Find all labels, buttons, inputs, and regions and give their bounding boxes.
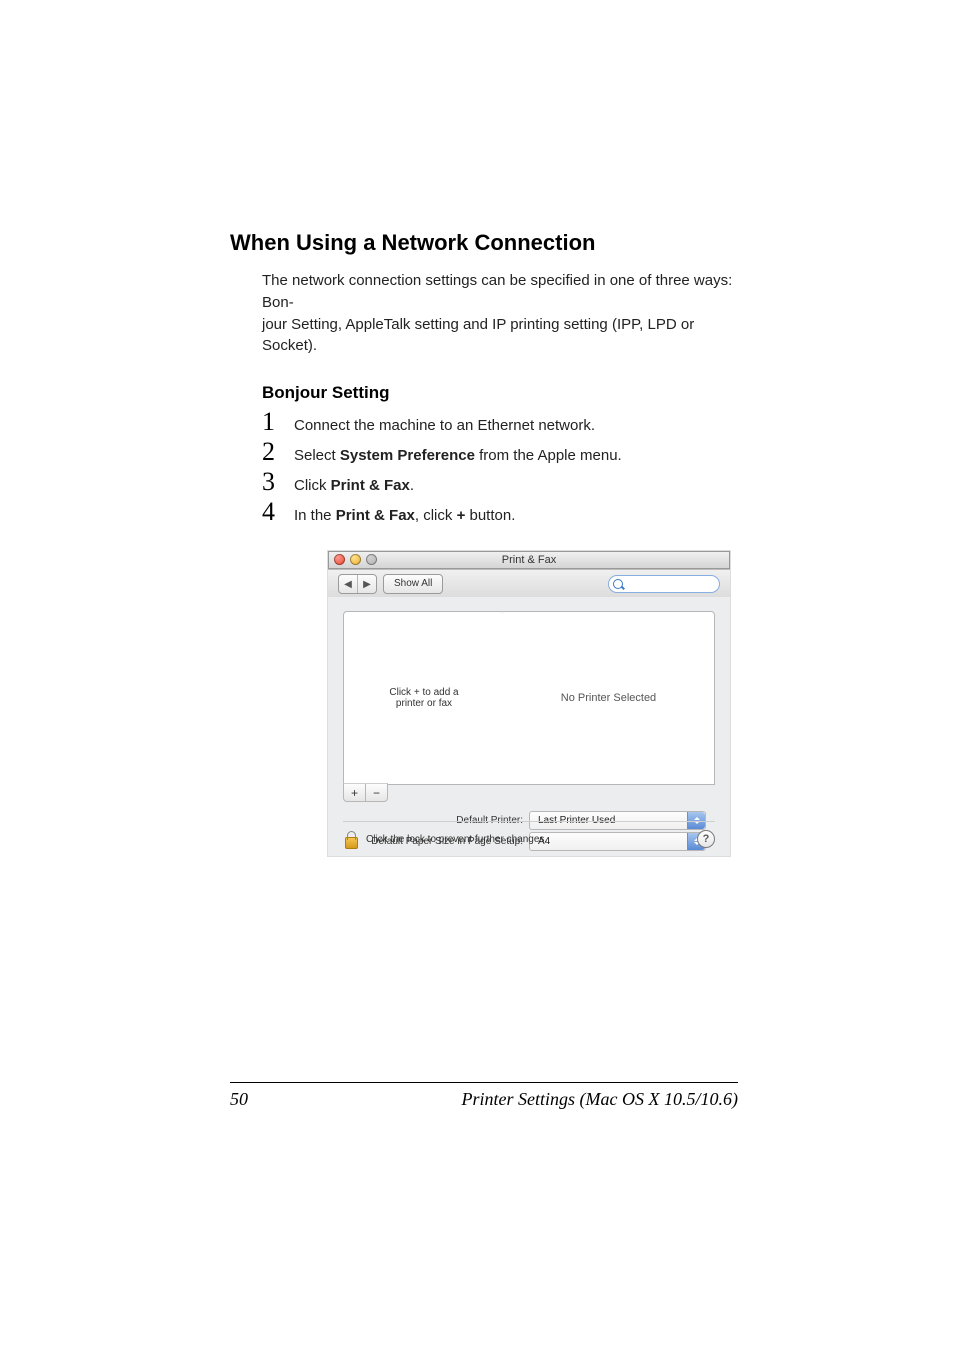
step-text: Select System Preference from the Apple … <box>294 447 622 464</box>
step-1: 1 Connect the machine to an Ethernet net… <box>262 407 744 437</box>
page: When Using a Network Connection The netw… <box>0 0 954 1350</box>
toolbar: ◀ ▶ Show All <box>328 570 730 599</box>
intro-line1: The network connection settings can be s… <box>262 272 732 311</box>
t: Select <box>294 447 340 464</box>
remove-printer-button[interactable]: − <box>365 784 387 801</box>
zoom-icon[interactable] <box>366 554 377 565</box>
footer-rule <box>230 1082 738 1083</box>
add-printer-button[interactable]: + <box>344 784 365 801</box>
lock-icon[interactable] <box>343 830 358 848</box>
search-input[interactable] <box>608 575 720 593</box>
no-printer-label: No Printer Selected <box>561 692 656 704</box>
close-icon[interactable] <box>334 554 345 565</box>
t: Click + to add a <box>389 687 458 698</box>
step-number: 1 <box>262 407 284 437</box>
step-list: 1 Connect the machine to an Ethernet net… <box>262 407 744 527</box>
window-body: Click + to add a printer or fax No Print… <box>328 597 730 856</box>
t: . <box>410 477 414 494</box>
step-number: 4 <box>262 497 284 527</box>
page-footer: 50 Printer Settings (Mac OS X 10.5/10.6) <box>230 1082 738 1110</box>
document-title: Printer Settings (Mac OS X 10.5/10.6) <box>462 1089 738 1110</box>
step-3: 3 Click Print & Fax. <box>262 467 744 497</box>
window-titlebar[interactable]: Print & Fax <box>328 551 730 570</box>
add-remove-buttons: + − <box>343 783 388 802</box>
t: from the Apple menu. <box>475 447 622 464</box>
page-number: 50 <box>230 1089 248 1110</box>
t-bold: System Preference <box>340 447 475 464</box>
t: , click <box>415 507 457 524</box>
step-4: 4 In the Print & Fax, click + button. <box>262 497 744 527</box>
subsection-heading: Bonjour Setting <box>262 383 744 403</box>
print-fax-window: Print & Fax ◀ ▶ Show All Click + to add … <box>328 551 730 856</box>
t-bold: Print & Fax <box>336 507 415 524</box>
step-text: Click Print & Fax. <box>294 477 414 494</box>
lock-row: Click the lock to prevent further change… <box>343 821 715 848</box>
lock-text: Click the lock to prevent further change… <box>366 834 547 845</box>
t: Click <box>294 477 331 494</box>
list-hint: Click + to add a printer or fax <box>389 687 458 709</box>
t: printer or fax <box>396 698 452 709</box>
back-button[interactable]: ◀ <box>339 575 357 593</box>
step-text: Connect the machine to an Ethernet netwo… <box>294 417 595 434</box>
step-text: In the Print & Fax, click + button. <box>294 507 515 524</box>
step-number: 3 <box>262 467 284 497</box>
printer-list: Click + to add a printer or fax <box>343 611 505 785</box>
printer-detail: No Printer Selected <box>503 611 715 785</box>
traffic-lights <box>334 554 377 565</box>
show-all-button[interactable]: Show All <box>383 574 443 594</box>
back-forward: ◀ ▶ <box>338 574 377 594</box>
help-button[interactable]: ? <box>697 830 715 848</box>
t-bold: + <box>457 507 466 524</box>
t-bold: Print & Fax <box>331 477 410 494</box>
t: In the <box>294 507 336 524</box>
intro-text: The network connection settings can be s… <box>262 270 744 357</box>
window-title: Print & Fax <box>502 554 556 566</box>
minimize-icon[interactable] <box>350 554 361 565</box>
intro-line2: jour Setting, AppleTalk setting and IP p… <box>262 316 694 355</box>
t: button. <box>465 507 515 524</box>
step-2: 2 Select System Preference from the Appl… <box>262 437 744 467</box>
forward-button[interactable]: ▶ <box>357 575 376 593</box>
section-heading: When Using a Network Connection <box>230 230 744 256</box>
step-number: 2 <box>262 437 284 467</box>
